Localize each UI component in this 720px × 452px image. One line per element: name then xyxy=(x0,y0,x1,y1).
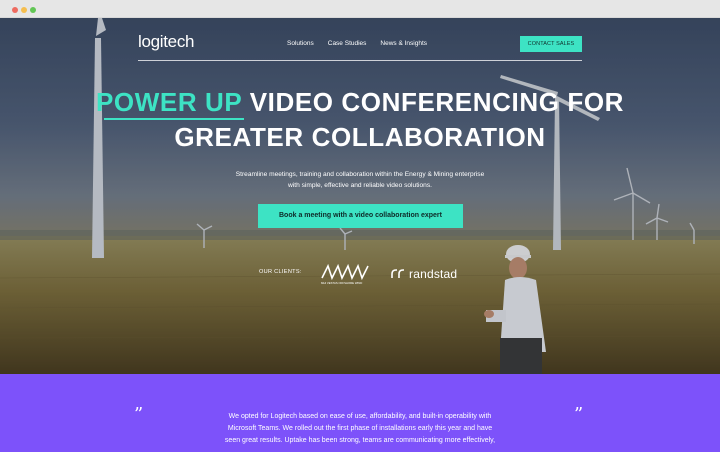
book-meeting-button[interactable]: Book a meeting with a video collaboratio… xyxy=(258,204,463,228)
hero-section: logitech Solutions Case Studies News & I… xyxy=(0,18,720,374)
minimize-window-icon[interactable] xyxy=(21,7,27,13)
headline-accent-underline xyxy=(104,118,244,120)
maximize-window-icon[interactable] xyxy=(30,7,36,13)
browser-chrome xyxy=(0,0,720,18)
testimonial-line3: seen great results. Uptake has been stro… xyxy=(224,437,496,444)
nav-item-news-insights[interactable]: News & Insights xyxy=(380,40,427,47)
vestas-caption: MHI VESTAS OFFSHORE WIND xyxy=(321,281,362,285)
vestas-logo: MHI VESTAS OFFSHORE WIND xyxy=(321,263,369,285)
hero-subtext-line1: Streamline meetings, training and collab… xyxy=(235,171,485,178)
headline-line1-rest: VIDEO CONFERENCING FOR xyxy=(241,87,625,117)
testimonial-line2: Microsoft Teams. We rolled out the first… xyxy=(227,425,493,432)
close-window-icon[interactable] xyxy=(12,7,18,13)
hero-overlay xyxy=(0,18,720,374)
randstad-logo: randstad xyxy=(391,267,457,281)
randstad-symbol-icon xyxy=(391,269,404,278)
hero-subtext-line2: with simple, effective and reliable vide… xyxy=(288,182,432,189)
nav-divider xyxy=(138,60,582,61)
nav-item-case-studies[interactable]: Case Studies xyxy=(328,40,367,47)
randstad-wordmark: randstad xyxy=(409,267,458,281)
contact-sales-button[interactable]: CONTACT SALES xyxy=(520,36,582,52)
main-nav: Solutions Case Studies News & Insights xyxy=(287,40,427,47)
testimonial-line1: We opted for Logitech based on ease of u… xyxy=(228,413,492,420)
logitech-logo[interactable]: logitech xyxy=(138,32,195,52)
hero-headline-line2: GREATER COLLABORATION xyxy=(174,122,546,152)
clients-label: OUR CLIENTS: xyxy=(259,269,302,275)
headline-accent: POWER UP xyxy=(95,87,242,117)
nav-item-solutions[interactable]: Solutions xyxy=(287,40,314,47)
hero-headline-line1: POWER UP VIDEO CONFERENCING FOR xyxy=(0,87,720,118)
testimonial-section: ” ” We opted for Logitech based on ease … xyxy=(0,374,720,452)
